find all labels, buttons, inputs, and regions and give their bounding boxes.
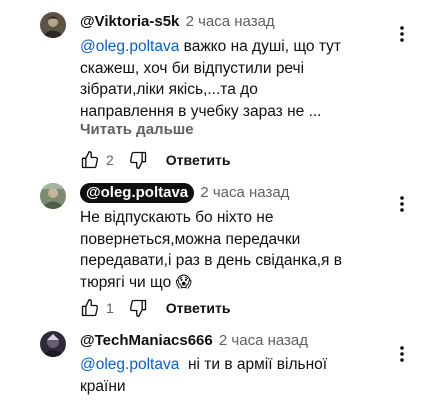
comment-text: @oleg.poltava важко на душі, що тут скаж… [80, 36, 380, 122]
comment-timestamp[interactable]: 2 часа назад [186, 13, 275, 30]
comment-menu-button[interactable] [392, 192, 412, 216]
more-vert-icon [400, 26, 404, 42]
comment-text-line: скажеш, хоч би відпустили речі [80, 59, 305, 77]
more-vert-icon [400, 196, 404, 212]
like-count: 2 [106, 152, 114, 168]
comment-text-line: країни [80, 377, 126, 395]
comment-text-line: важко на душі, що тут [179, 38, 341, 55]
comment-header: @Viktoria-s5k 2 часа назад [80, 12, 394, 32]
more-vert-icon [400, 346, 404, 362]
comment-actions: 1 Ответить [80, 296, 231, 320]
dislike-button[interactable] [128, 298, 148, 318]
mention-link[interactable]: @oleg.poltava [80, 38, 179, 55]
reply-button[interactable]: Ответить [166, 300, 231, 316]
comment-text-line: Не відпускають бо ніхто не [80, 209, 274, 226]
comment-text-line: направлення в учебку зараз не ... [80, 102, 322, 120]
comment-author[interactable]: @Viktoria-s5k [80, 13, 179, 30]
avatar-image [40, 12, 66, 38]
comment-text-line: передавати,і раз в день свіданка,я в [80, 252, 342, 269]
like-button[interactable] [80, 298, 100, 318]
comment-menu-button[interactable] [392, 22, 412, 46]
comment-text-line: ні ти в армії вільної [179, 356, 328, 373]
like-count: 1 [106, 300, 114, 316]
comment-author-creator[interactable]: @oleg.poltava [80, 183, 195, 203]
comment-text: Не відпускають бо ніхто не повернеться,м… [80, 207, 380, 293]
comment-timestamp[interactable]: 2 часа назад [200, 184, 289, 201]
mention-link[interactable]: @oleg.poltava [80, 356, 179, 373]
avatar[interactable] [40, 331, 66, 357]
comment-text-line: зібрати,ліки якісь,...та до [80, 81, 258, 98]
comment-header: @TechManiacs666 2 часа назад [80, 331, 394, 351]
comment-header: @oleg.poltava 2 часа назад [80, 183, 394, 203]
comment-menu-button[interactable] [392, 342, 412, 366]
comment-text-line: повернеться,можна передачки [80, 230, 301, 248]
like-button[interactable] [80, 150, 100, 170]
thumb-down-icon [129, 299, 146, 317]
comment-author[interactable]: @TechManiacs666 [80, 332, 213, 349]
comment-thread: @Viktoria-s5k 2 часа назад @oleg.poltava… [0, 0, 434, 414]
avatar-image [40, 331, 66, 357]
thumb-up-icon [81, 151, 99, 169]
thumb-down-icon [129, 151, 146, 169]
avatar[interactable] [40, 12, 66, 38]
avatar[interactable] [40, 183, 66, 209]
reply-button[interactable]: Ответить [166, 152, 231, 168]
comment-text: @oleg.poltava ні ти в армії вільної краї… [80, 354, 380, 397]
dislike-button[interactable] [128, 150, 148, 170]
comment-timestamp[interactable]: 2 часа назад [219, 332, 308, 349]
avatar-image [40, 183, 66, 209]
thumb-up-icon [81, 299, 99, 317]
comment-text-line: тюрягі чи що 😱 [80, 273, 192, 291]
read-more-link[interactable]: Читать дальше [80, 120, 194, 140]
comment-actions: 2 Ответить [80, 148, 231, 172]
